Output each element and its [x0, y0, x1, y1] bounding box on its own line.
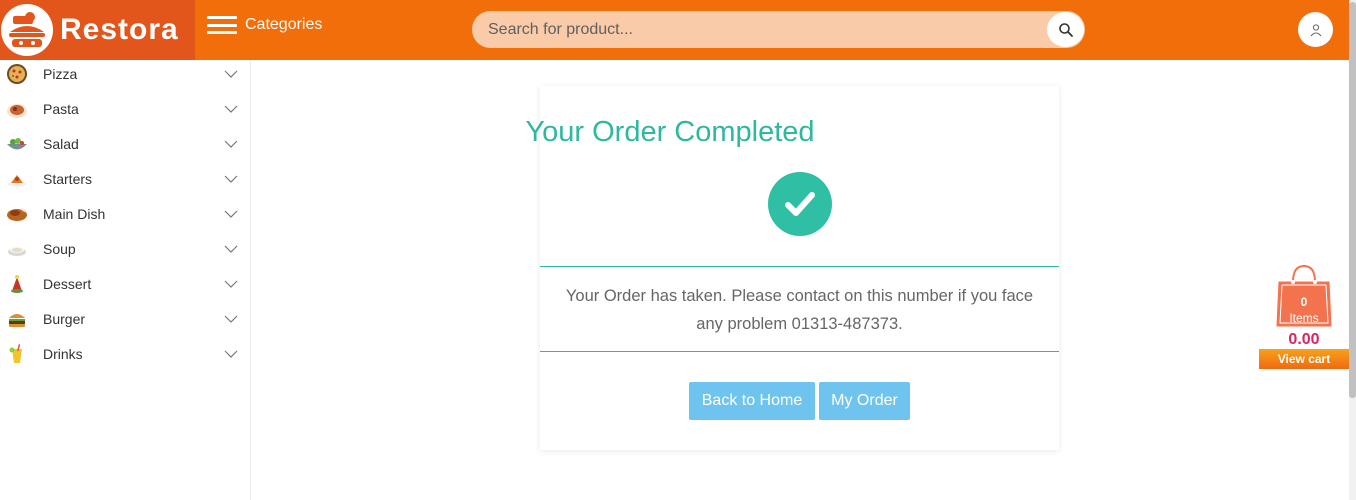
user-account-button[interactable]: [1298, 12, 1333, 47]
top-header: Restora Categories: [0, 0, 1349, 60]
chevron-down-icon: [224, 105, 238, 113]
dessert-icon: [11, 274, 23, 293]
check-circle-icon: [768, 172, 832, 236]
chevron-down-icon: [224, 70, 238, 78]
sidebar-item-label: Dessert: [43, 275, 92, 292]
drinks-icon: [9, 343, 22, 363]
sidebar-item-burger[interactable]: Burger: [0, 301, 250, 336]
sidebar-item-label: Starters: [43, 170, 93, 187]
chevron-down-icon: [224, 350, 238, 358]
starters-icon: [8, 174, 26, 187]
chevron-down-icon: [224, 280, 238, 288]
restaurant-logo-icon: [1, 4, 53, 56]
categories-toggle[interactable]: Categories: [207, 16, 322, 34]
cart-item-count: 0: [1300, 295, 1308, 309]
categories-label: Categories: [245, 16, 323, 33]
cart-total: 0.00: [1288, 331, 1320, 348]
divider: [540, 266, 1059, 267]
sidebar-item-soup[interactable]: Soup: [0, 231, 250, 266]
sidebar-item-main-dish[interactable]: Main Dish: [0, 196, 250, 231]
sidebar-item-label: Burger: [43, 310, 86, 327]
order-completed-title: Your Order Completed: [525, 116, 815, 148]
sidebar-item-starters[interactable]: Starters: [0, 161, 250, 196]
scrollbar-thumb[interactable]: [1349, 2, 1356, 398]
magnifier-icon: [1058, 22, 1073, 37]
search-input[interactable]: [472, 11, 1042, 48]
sidebar-item-label: Main Dish: [43, 205, 106, 222]
brand-logo[interactable]: Restora: [0, 0, 195, 60]
hamburger-menu-icon: [207, 16, 237, 34]
divider: [540, 351, 1059, 352]
view-cart-button[interactable]: View cart: [1259, 349, 1349, 369]
sidebar-item-dessert[interactable]: Dessert: [0, 266, 250, 301]
brand-name: Restora: [60, 13, 179, 46]
page-scrollbar[interactable]: [1349, 0, 1356, 500]
sidebar-item-label: Drinks: [43, 345, 83, 362]
cart-widget[interactable]: 0 Items 0.00 View cart: [1259, 262, 1349, 369]
sidebar-item-label: Soup: [43, 240, 76, 257]
sidebar-item-label: Pizza: [43, 65, 78, 82]
pizza-icon: [7, 63, 27, 84]
sidebar-item-label: Pasta: [43, 100, 79, 117]
order-message: Your Order has taken. Please contact on …: [565, 287, 1034, 333]
chevron-down-icon: [224, 315, 238, 323]
soup-icon: [8, 246, 26, 256]
burger-icon: [9, 313, 25, 327]
search-bar: [472, 11, 1085, 48]
chevron-down-icon: [224, 210, 238, 218]
chevron-down-icon: [224, 245, 238, 253]
user-icon: [1310, 23, 1321, 36]
search-button[interactable]: [1047, 12, 1084, 47]
sidebar-item-pizza[interactable]: Pizza: [0, 56, 250, 91]
sidebar-item-drinks[interactable]: Drinks: [0, 336, 250, 371]
main-dish-icon: [7, 207, 27, 221]
chevron-down-icon: [224, 175, 238, 183]
cart-items-label: Items: [1289, 311, 1319, 325]
my-order-button[interactable]: My Order: [819, 382, 910, 420]
back-to-home-button[interactable]: Back to Home: [689, 382, 815, 420]
